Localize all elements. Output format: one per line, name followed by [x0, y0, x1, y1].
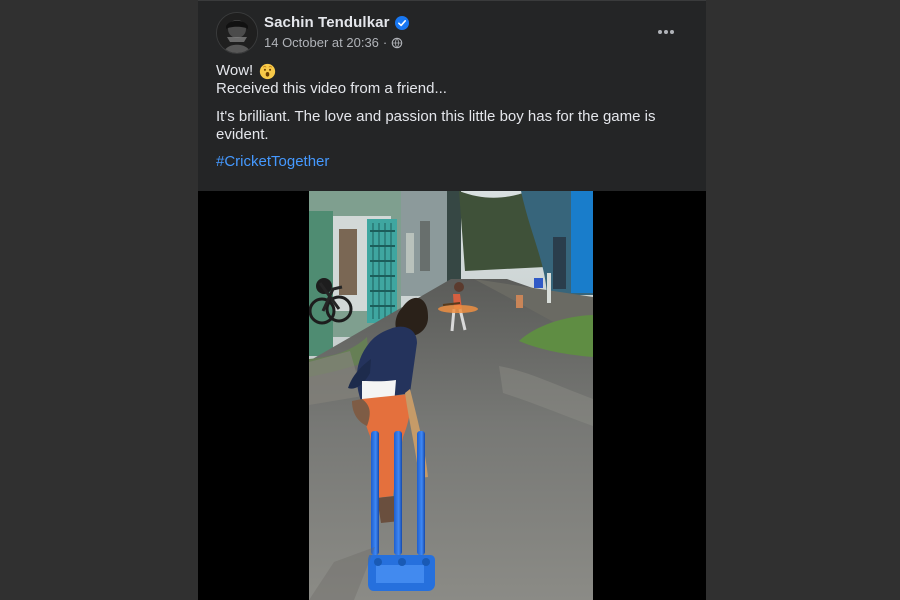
post-header: Sachin Tendulkar 14 October at 20:36 ·	[216, 12, 692, 56]
post-hashtag-line: #CricketTogether	[216, 153, 666, 171]
video-frame[interactable]	[309, 191, 593, 600]
cricket-street-video-illustration	[309, 191, 593, 600]
globe-icon[interactable]	[391, 37, 403, 49]
author-name[interactable]: Sachin Tendulkar	[264, 14, 390, 31]
hashtag-link[interactable]: #CricketTogether	[216, 153, 329, 170]
post-line-wow: Wow!	[216, 62, 666, 80]
post-body: Wow! Received this video from a friend..…	[216, 62, 666, 171]
avatar-portrait-icon	[217, 13, 257, 53]
more-options-icon	[658, 30, 674, 34]
post-timestamp[interactable]: 14 October at 20:36	[264, 35, 379, 50]
video-player[interactable]	[198, 191, 706, 600]
more-options-button[interactable]	[652, 18, 680, 46]
facebook-post-card: Sachin Tendulkar 14 October at 20:36 · W	[198, 0, 706, 600]
astonished-face-emoji	[260, 63, 276, 79]
post-text-line3: It's brilliant. The love and passion thi…	[216, 108, 656, 143]
post-text-line2: Received this video from a friend...	[216, 80, 447, 97]
author-name-row: Sachin Tendulkar	[264, 14, 409, 31]
verified-badge-icon	[394, 15, 409, 30]
post-meta: 14 October at 20:36 ·	[264, 35, 403, 50]
meta-separator: ·	[382, 35, 388, 50]
post-text-line1: Wow!	[216, 62, 254, 79]
author-avatar[interactable]	[216, 12, 258, 54]
